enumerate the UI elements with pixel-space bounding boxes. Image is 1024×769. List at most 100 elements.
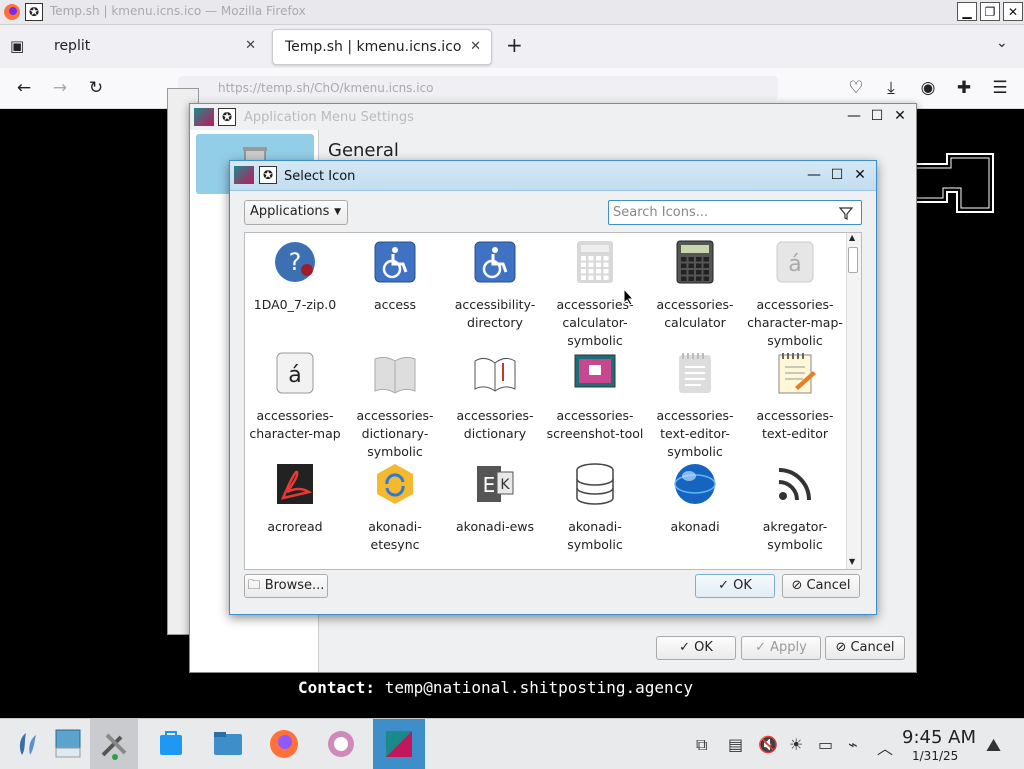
icon-grid-item[interactable]: accessories-text-editor-symbolic	[645, 347, 745, 461]
svg-text:E: E	[483, 473, 496, 497]
settings-tools-icon[interactable]	[97, 727, 131, 761]
new-tab-icon[interactable]: +	[506, 33, 523, 57]
character-map-icon: á	[276, 352, 314, 394]
exchange-icon: EK	[477, 466, 514, 502]
icon-grid-item[interactable]: accessories-dictionary	[445, 347, 545, 443]
close-button[interactable]: ✕	[1003, 2, 1023, 21]
clock-date[interactable]: 1/31/25	[912, 749, 958, 763]
browse-button[interactable]: 🗀 Browse...	[244, 574, 328, 598]
icon-grid-item[interactable]: accessories-calculator	[645, 236, 745, 332]
icon-grid-item[interactable]: E Kakonadi-ews	[445, 458, 545, 536]
reload-icon[interactable]: ↻	[85, 78, 107, 98]
firefox-icon[interactable]	[267, 727, 301, 761]
clipboard-icon[interactable]: ⧉	[696, 735, 707, 755]
maximize-button[interactable]: ☐	[827, 166, 847, 185]
tab-replit[interactable]: replit ✕	[42, 29, 266, 65]
settings-apply-button[interactable]: ✓ Apply	[741, 636, 821, 660]
app-icon	[234, 166, 254, 184]
scrollbar-thumb[interactable]	[848, 247, 858, 273]
minimize-button[interactable]: —	[844, 107, 864, 126]
kde-window-menu-icon[interactable]: ✪	[218, 108, 236, 126]
icon-grid-item[interactable]: á accessories-character-map	[245, 347, 345, 443]
icon-grid-item[interactable]: accessories-dictionary-symbolic	[345, 347, 445, 461]
desktop-icon[interactable]	[52, 727, 86, 761]
apply-label: Apply	[770, 640, 807, 655]
maximize-button[interactable]: ❐	[980, 2, 1000, 21]
icon-grid-item[interactable]: ? 1DA0_7-zip.0	[245, 236, 345, 314]
icon-grid-item[interactable]: akregator-symbolic	[745, 458, 845, 554]
contact-email[interactable]: temp@national.shitposting.agency	[385, 678, 693, 697]
network-icon[interactable]: ⌁	[848, 735, 858, 754]
brightness-icon[interactable]: ☀	[789, 735, 803, 754]
icon-grid-item[interactable]: accessories-screenshot-tool	[545, 347, 645, 443]
downloads-icon[interactable]: ⤓	[880, 78, 902, 98]
tab-overview-icon[interactable]: ▣	[10, 37, 24, 55]
kde-window-menu-icon[interactable]: ✪	[259, 166, 277, 184]
close-tab-icon[interactable]: ✕	[470, 30, 481, 64]
minimize-button[interactable]: —	[804, 166, 824, 185]
show-desktop-icon[interactable]: ⛰	[986, 735, 1001, 756]
volume-muted-icon[interactable]: 🔇	[758, 735, 778, 754]
back-icon[interactable]: ←	[13, 78, 35, 98]
filter-icon[interactable]	[839, 206, 853, 220]
menu-icon[interactable]: ☰	[989, 78, 1011, 98]
svg-text:K: K	[500, 477, 510, 493]
tab-temp-sh[interactable]: Temp.sh | kmenu.icns.ico ✕	[272, 29, 492, 65]
extensions-icon[interactable]: ✚	[953, 78, 975, 98]
menu-editor-task-icon[interactable]	[382, 727, 416, 761]
section-title: General	[328, 140, 399, 161]
settings-cancel-button[interactable]: ⊘ Cancel	[825, 636, 905, 660]
icon-grid-item[interactable]: accessibility-directory	[445, 236, 545, 332]
scroll-down-icon[interactable]: ▼	[849, 557, 855, 566]
dictionary-symbolic-icon	[374, 356, 416, 394]
category-select[interactable]: Applications ▼	[244, 200, 348, 225]
icon-grid-item[interactable]: accessories-text-editor	[745, 347, 845, 443]
icon-grid[interactable]: ? 1DA0_7-zip.0 access accessibility-directo…	[244, 232, 862, 570]
dialog-title: Select Icon	[284, 169, 356, 184]
icon-grid-item[interactable]: á accessories-character-map-symbolic	[745, 236, 845, 350]
kickoff-launcher-icon[interactable]	[12, 727, 46, 761]
scroll-up-icon[interactable]: ▲	[849, 233, 855, 242]
svg-text:á: á	[788, 252, 801, 277]
close-button[interactable]: ✕	[850, 166, 870, 185]
character-map-symbolic-icon: á	[776, 241, 814, 283]
firefox-titlebar: ✪ Temp.sh | kmenu.icns.ico — Mozilla Fir…	[0, 0, 1024, 25]
kde-window-menu-icon[interactable]: ✪	[25, 3, 43, 21]
expand-tray-icon[interactable]: ︿	[877, 735, 893, 759]
notes-icon[interactable]: ▤	[728, 735, 743, 754]
settings-ok-button[interactable]: ✓ OK	[656, 636, 736, 660]
account-icon[interactable]: ◉	[917, 78, 939, 98]
battery-icon[interactable]: ▭	[818, 735, 833, 754]
cancel-button[interactable]: ⊘ Cancel	[782, 574, 860, 598]
icon-label: acroread	[267, 519, 323, 534]
ok-label: OK	[733, 578, 752, 593]
file-manager-icon[interactable]	[211, 727, 245, 761]
cancel-label: Cancel	[850, 640, 895, 655]
discover-store-icon[interactable]	[154, 727, 188, 761]
tab-label: replit	[54, 38, 91, 54]
maximize-button[interactable]: ☐	[867, 107, 887, 126]
close-tab-icon[interactable]: ✕	[245, 29, 256, 63]
ascii-art-logo	[915, 153, 994, 213]
list-all-tabs-icon[interactable]: ⌄	[996, 35, 1008, 51]
icon-label: accessibility-directory	[454, 297, 536, 330]
search-icons-field[interactable]	[608, 200, 862, 225]
close-button[interactable]: ✕	[890, 107, 910, 126]
forward-icon[interactable]: →	[49, 78, 71, 98]
icon-grid-item[interactable]: akonadi	[645, 458, 745, 536]
minimize-button[interactable]: ▁	[957, 2, 977, 21]
pink-app-icon[interactable]	[324, 727, 358, 761]
search-icons-input[interactable]	[611, 204, 835, 221]
url-bar[interactable]: https://temp.sh/ChO/kmenu.icns.ico	[178, 76, 778, 100]
app-icon	[194, 108, 214, 126]
pocket-icon[interactable]: ♡	[845, 78, 867, 98]
taskbar: ⧉ ▤ 🔇 ☀ ▭ ⌁ ︿ 9:45 AM 1/31/25 ⛰	[0, 718, 1024, 769]
icon-grid-item[interactable]: acroread	[245, 458, 345, 536]
ok-button[interactable]: ✓ OK	[695, 574, 775, 598]
icon-label: accessories-dictionary	[456, 408, 534, 441]
icon-grid-item[interactable]: access	[345, 236, 445, 314]
icon-grid-item[interactable]: akonadi-etesync	[345, 458, 445, 554]
clock-time[interactable]: 9:45 AM	[902, 727, 976, 748]
vertical-scrollbar[interactable]: ▲ ▼	[846, 233, 861, 569]
icon-grid-item[interactable]: akonadi-symbolic	[545, 458, 645, 554]
